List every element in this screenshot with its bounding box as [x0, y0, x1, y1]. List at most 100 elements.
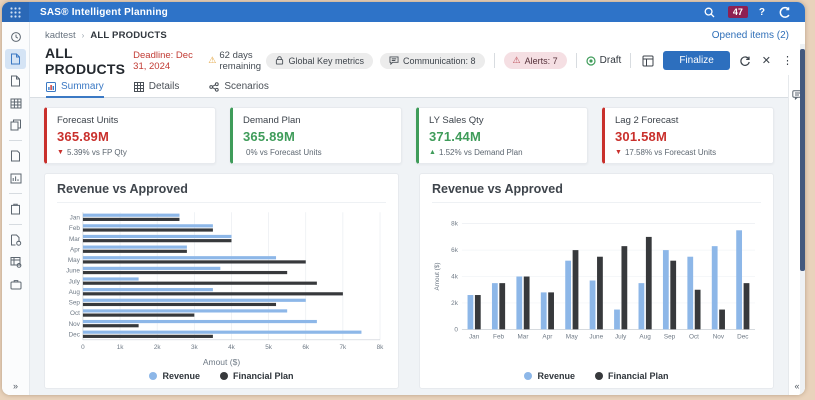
delta-arrow-icon: ▲ — [429, 149, 436, 157]
chart-title: Revenue vs Approved — [57, 182, 386, 203]
status-draft[interactable]: Draft — [586, 55, 622, 66]
chevron-right-icon: › — [82, 31, 85, 40]
svg-text:0: 0 — [454, 326, 458, 333]
vbar-revenue-aug — [639, 283, 645, 329]
days-remaining-text: 62 days remaining — [219, 50, 266, 72]
workbench-grid-button[interactable] — [640, 53, 656, 69]
help-icon[interactable]: ? — [759, 7, 765, 18]
svg-text:4k: 4k — [228, 344, 236, 351]
account-icon[interactable] — [776, 4, 793, 21]
status-circle-icon — [586, 56, 596, 66]
x-axis-label: Amout ($) — [57, 357, 386, 367]
kpi-label: Lag 2 Forecast — [615, 115, 763, 126]
vertical-scrollbar[interactable] — [800, 44, 805, 395]
global-key-metrics-label: Global Key metrics — [288, 56, 364, 66]
revenue-vbar-plot[interactable]: 02k4k6k8kAmout ($)JanFebMarAprMayJuneJul… — [432, 208, 761, 367]
revenue-hbar-plot[interactable]: 01k2k3k4k5k6k7k8kJanFebMarAprMayJuneJuly… — [57, 208, 386, 356]
close-icon[interactable]: ✕ — [760, 52, 773, 69]
summary-panel: Forecast Units 365.89M ▼5.39% vs FP Qty … — [30, 98, 788, 395]
warning-icon: ⚠ — [208, 55, 216, 66]
communication-label: Communication: 8 — [403, 56, 476, 66]
vbar-financial-plan-feb — [499, 283, 505, 329]
hbar-revenue-nov — [83, 320, 317, 323]
global-key-metrics-button[interactable]: Global Key metrics — [266, 53, 373, 69]
tab-scenarios[interactable]: Scenarios — [209, 81, 268, 98]
vbar-financial-plan-may — [573, 250, 579, 329]
scrollbar-thumb[interactable] — [800, 49, 805, 271]
hbar-revenue-apr — [83, 246, 187, 249]
table-gear-icon[interactable] — [5, 252, 26, 272]
more-options-icon[interactable]: ⋮ — [780, 52, 795, 69]
hbar-financial-plan-aug — [83, 292, 343, 295]
finalize-button[interactable]: Finalize — [663, 51, 729, 70]
legend-dot-financial-plan — [595, 372, 603, 380]
tab-bar: Summary Details Scenarios — [30, 75, 788, 98]
vbar-revenue-sep — [663, 250, 669, 329]
history-icon[interactable] — [5, 27, 26, 47]
vbar-financial-plan-oct — [695, 290, 701, 330]
hbar-financial-plan-june — [83, 271, 287, 274]
document-icon[interactable] — [5, 71, 26, 91]
app-launcher-button[interactable] — [2, 2, 29, 22]
opened-items-link[interactable]: Opened items (2) — [712, 30, 789, 41]
kpi-label: Forecast Units — [57, 115, 205, 126]
vbar-revenue-oct — [687, 257, 693, 330]
notification-badge[interactable]: 47 — [728, 6, 748, 18]
hbar-financial-plan-mar — [83, 239, 232, 242]
hbar-revenue-oct — [83, 309, 287, 312]
sidebar-expand-button[interactable]: » — [2, 381, 29, 391]
blank-document-icon[interactable] — [5, 146, 26, 166]
document-gear-icon[interactable] — [5, 230, 26, 250]
search-icon[interactable] — [702, 5, 717, 20]
sidebar-divider — [9, 193, 22, 194]
hbar-financial-plan-nov — [83, 324, 139, 327]
alerts-label: Alerts: 7 — [525, 56, 558, 66]
hbar-revenue-july — [83, 277, 139, 280]
breadcrumb-parent[interactable]: kadtest — [45, 30, 76, 41]
svg-text:May: May — [68, 257, 81, 264]
hbar-revenue-aug — [83, 288, 213, 291]
svg-text:Oct: Oct — [689, 333, 699, 340]
communication-button[interactable]: Communication: 8 — [380, 53, 485, 69]
kpi-delta: ▼17.58% vs Forecast Units — [615, 148, 763, 157]
svg-text:0: 0 — [81, 344, 85, 351]
tab-summary[interactable]: Summary — [46, 81, 104, 98]
top-app-bar: SAS® Intelligent Planning 47 ? — [2, 2, 805, 22]
copy-icon[interactable] — [5, 115, 26, 135]
tab-details-label: Details — [149, 81, 180, 92]
vbar-revenue-mar — [516, 277, 522, 330]
svg-text:2k: 2k — [451, 300, 459, 307]
svg-text:2k: 2k — [154, 344, 162, 351]
svg-text:8k: 8k — [451, 221, 459, 228]
legend-dot-revenue — [149, 372, 157, 380]
kpi-delta: ▼5.39% vs FP Qty — [57, 148, 205, 157]
hbar-financial-plan-sep — [83, 303, 276, 306]
svg-text:Feb: Feb — [493, 333, 504, 340]
collapse-panel-button[interactable]: « — [794, 381, 799, 391]
status-label: Draft — [600, 55, 622, 66]
hbar-financial-plan-feb — [83, 228, 213, 231]
clipboard-icon[interactable] — [5, 199, 26, 219]
briefcase-icon[interactable] — [5, 274, 26, 294]
document-selected-icon[interactable] — [5, 49, 26, 69]
svg-text:Nov: Nov — [69, 321, 81, 328]
refresh-icon[interactable] — [737, 53, 753, 69]
svg-text:Oct: Oct — [70, 310, 80, 317]
deadline-text: Deadline: Dec 31, 2024 — [133, 50, 198, 72]
table-icon[interactable] — [5, 93, 26, 113]
kpi-value: 365.89M — [57, 129, 205, 144]
svg-text:8k: 8k — [377, 344, 385, 351]
hbar-revenue-jan — [83, 214, 180, 217]
hbar-revenue-mar — [83, 235, 232, 238]
vbar-financial-plan-sep — [670, 261, 676, 330]
kpi-forecast-units: Forecast Units 365.89M ▼5.39% vs FP Qty — [44, 107, 216, 164]
delta-text: 5.39% vs FP Qty — [67, 148, 127, 157]
legend-label: Financial Plan — [608, 371, 669, 381]
vbar-revenue-apr — [541, 292, 547, 329]
page-title: ALL PRODUCTS — [45, 45, 125, 77]
tab-details[interactable]: Details — [134, 81, 180, 98]
chart-legend: Revenue Financial Plan — [57, 371, 386, 381]
vbar-revenue-june — [590, 280, 596, 329]
chart-icon[interactable] — [5, 168, 26, 188]
alerts-button[interactable]: ⚠ Alerts: 7 — [504, 52, 567, 69]
